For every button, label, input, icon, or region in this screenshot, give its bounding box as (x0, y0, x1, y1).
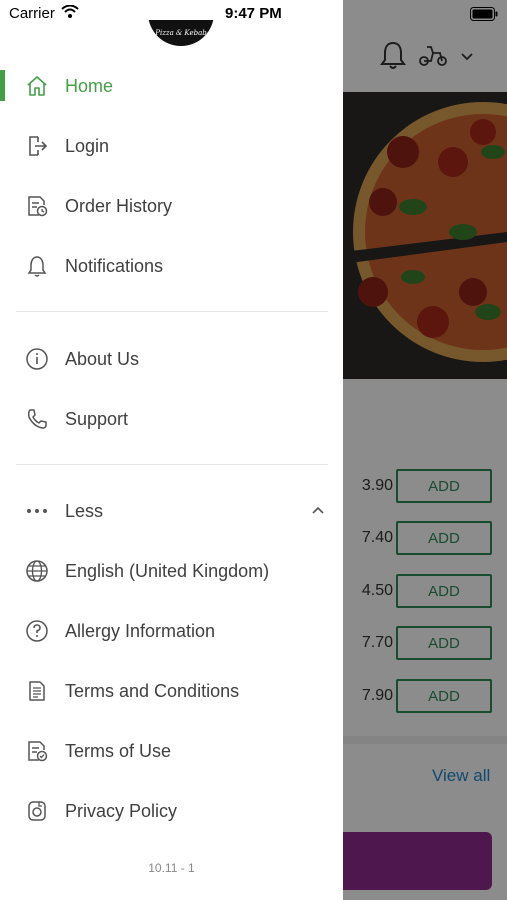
login-icon (24, 133, 50, 159)
menu-label: Less (65, 500, 104, 521)
battery-icon (470, 7, 498, 25)
menu-label: Allergy Information (65, 620, 216, 641)
menu-label: About Us (65, 348, 140, 369)
privacy-icon (24, 798, 50, 824)
menu-label: English (United Kingdom) (65, 560, 270, 581)
navigation-drawer: Pizza & Kebab Home Login Order History N… (0, 0, 343, 900)
chevron-up-icon (311, 502, 325, 520)
carrier: Carrier (9, 4, 79, 22)
globe-icon (24, 558, 50, 584)
clock: 9:47 PM (225, 5, 282, 22)
menu-label: Support (65, 408, 129, 429)
status-bar: Carrier 9:47 PM (0, 0, 507, 28)
menu-divider (16, 311, 328, 312)
order-history-icon (24, 193, 50, 219)
app-version: 10.11 - 1 (148, 861, 195, 875)
menu-label: Notifications (65, 255, 164, 276)
menu-item-allergy-information[interactable]: Allergy Information (0, 601, 343, 661)
menu-divider (16, 464, 328, 465)
menu-item-language[interactable]: English (United Kingdom) (0, 541, 343, 601)
question-icon (24, 618, 50, 644)
home-icon (24, 73, 50, 99)
logo-text: Pizza & Kebab (155, 29, 207, 37)
menu-item-login[interactable]: Login (0, 116, 343, 176)
menu-item-terms-and-conditions[interactable]: Terms and Conditions (0, 661, 343, 721)
menu-label: Home (65, 75, 114, 96)
menu-item-less[interactable]: Less (0, 481, 343, 541)
more-dots-icon (24, 498, 50, 524)
menu-item-about-us[interactable]: About Us (0, 329, 343, 389)
bell-icon (24, 253, 50, 279)
menu-label: Terms and Conditions (65, 680, 240, 701)
menu-item-privacy-policy[interactable]: Privacy Policy (0, 781, 343, 841)
phone-icon (24, 406, 50, 432)
menu-item-home[interactable]: Home (0, 56, 343, 116)
menu-item-terms-of-use[interactable]: Terms of Use (0, 721, 343, 781)
document-icon (24, 678, 50, 704)
menu-item-support[interactable]: Support (0, 389, 343, 449)
document-check-icon (24, 738, 50, 764)
menu-item-order-history[interactable]: Order History (0, 176, 343, 236)
info-icon (24, 346, 50, 372)
menu-label: Privacy Policy (65, 800, 178, 821)
menu-label: Login (65, 135, 110, 156)
wifi-icon (61, 4, 79, 22)
menu-label: Order History (65, 195, 173, 216)
carrier-label: Carrier (9, 5, 55, 22)
menu-item-notifications[interactable]: Notifications (0, 236, 343, 296)
menu-label: Terms of Use (65, 740, 172, 761)
